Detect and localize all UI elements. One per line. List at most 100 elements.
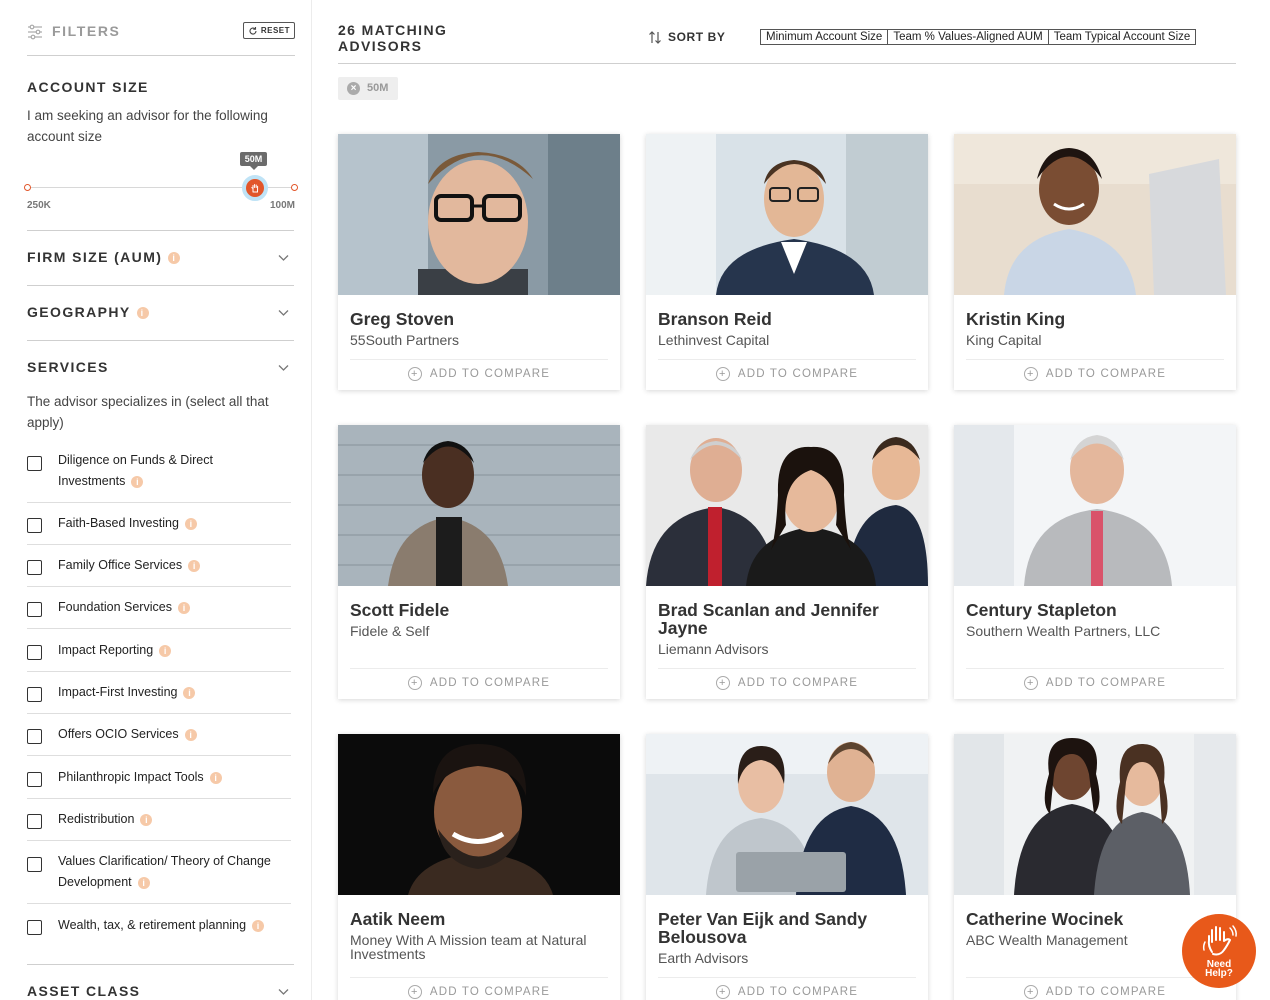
advisor-card[interactable]: Branson Reid Lethinvest Capital + ADD TO …: [646, 134, 928, 390]
advisor-card[interactable]: Scott Fidele Fidele & Self + ADD TO COMPA…: [338, 425, 620, 699]
service-checkbox[interactable]: [27, 560, 42, 575]
service-checkbox[interactable]: [27, 857, 42, 872]
service-checkbox[interactable]: [27, 602, 42, 617]
service-option[interactable]: Offers OCIO Services i: [27, 723, 291, 756]
waving-hand-icon: [1202, 925, 1237, 956]
service-option[interactable]: Foundation Services i: [27, 596, 291, 629]
service-label: Redistribution i: [58, 809, 283, 830]
service-checkbox[interactable]: [27, 687, 42, 702]
info-icon[interactable]: i: [168, 252, 181, 265]
info-icon[interactable]: i: [140, 813, 153, 826]
chevron-down-icon[interactable]: [278, 986, 289, 997]
advisor-name[interactable]: Scott Fidele: [350, 601, 608, 619]
info-icon[interactable]: i: [184, 517, 197, 530]
service-option[interactable]: Impact Reporting i: [27, 639, 291, 672]
reset-button[interactable]: RESET: [242, 22, 295, 39]
card-separator: [966, 668, 1224, 669]
geography-toggle[interactable]: GEOGRAPHY i: [27, 304, 149, 320]
services-title[interactable]: SERVICES: [27, 359, 109, 375]
chevron-down-icon[interactable]: [278, 362, 289, 373]
add-to-compare-button[interactable]: + ADD TO COMPARE: [954, 985, 1236, 999]
sort-by: SORT BY: [649, 30, 726, 44]
add-to-compare-button[interactable]: + ADD TO COMPARE: [646, 676, 928, 690]
sort-options: Minimum Account Size Team % Values-Align…: [760, 29, 1197, 45]
info-icon[interactable]: i: [177, 601, 190, 614]
info-icon[interactable]: i: [159, 644, 172, 657]
advisor-photo: [646, 734, 928, 895]
active-filter-chip[interactable]: × 50M: [338, 77, 399, 100]
sort-option-minimum-account-size[interactable]: Minimum Account Size: [761, 30, 889, 44]
advisor-card[interactable]: Aatik Neem Money With A Mission team at …: [338, 734, 620, 1000]
service-option[interactable]: Values Clarification/ Theory of Change D…: [27, 851, 291, 904]
info-icon[interactable]: i: [183, 686, 196, 699]
info-icon[interactable]: i: [137, 876, 150, 889]
slider-thumb[interactable]: [241, 175, 268, 201]
service-checkbox[interactable]: [27, 920, 42, 935]
add-to-compare-button[interactable]: + ADD TO COMPARE: [954, 367, 1236, 381]
service-label: Faith-Based Investing i: [58, 513, 283, 534]
service-label: Family Office Services i: [58, 555, 283, 576]
advisor-firm: Fidele & Self: [350, 623, 430, 639]
add-to-compare-button[interactable]: + ADD TO COMPARE: [338, 676, 620, 690]
info-icon[interactable]: i: [131, 475, 144, 488]
service-option[interactable]: Philanthropic Impact Tools i: [27, 766, 291, 799]
divider: [27, 340, 294, 341]
advisor-name[interactable]: Aatik Neem: [350, 910, 608, 928]
service-checkbox[interactable]: [27, 645, 42, 660]
service-label: Offers OCIO Services i: [58, 724, 283, 745]
advisor-card[interactable]: Peter Van Eijk and Sandy Belousova Earth…: [646, 734, 928, 1000]
service-option[interactable]: Faith-Based Investing i: [27, 512, 291, 545]
plus-circle-icon: +: [715, 985, 730, 999]
service-option[interactable]: Redistribution i: [27, 808, 291, 841]
service-checkbox[interactable]: [27, 814, 42, 829]
service-checkbox[interactable]: [27, 456, 42, 471]
firm-size-toggle[interactable]: FIRM SIZE (AUM) i: [27, 249, 181, 265]
info-icon[interactable]: i: [188, 559, 201, 572]
advisor-firm: 55South Partners: [350, 332, 459, 348]
service-option[interactable]: Impact-First Investing i: [27, 681, 291, 714]
advisor-card[interactable]: Greg Stoven 55South Partners + ADD TO COM…: [338, 134, 620, 390]
add-to-compare-button[interactable]: + ADD TO COMPARE: [338, 367, 620, 381]
info-icon[interactable]: i: [209, 771, 222, 784]
asset-class-title[interactable]: ASSET CLASS: [27, 983, 140, 999]
advisor-name[interactable]: Catherine Wocinek: [966, 910, 1224, 928]
add-to-compare-button[interactable]: + ADD TO COMPARE: [646, 985, 928, 999]
advisor-photo: [646, 425, 928, 586]
add-to-compare-button[interactable]: + ADD TO COMPARE: [338, 985, 620, 999]
info-icon[interactable]: i: [252, 919, 265, 932]
sort-option-typical-account-size[interactable]: Team Typical Account Size: [1049, 30, 1196, 44]
advisor-card[interactable]: Century Stapleton Southern Wealth Partne…: [954, 425, 1236, 699]
account-size-slider[interactable]: 50M 250K 100M: [24, 150, 298, 215]
advisor-name[interactable]: Kristin King: [966, 310, 1224, 328]
service-option[interactable]: Wealth, tax, & retirement planning i: [27, 914, 291, 947]
info-icon[interactable]: i: [184, 728, 197, 741]
divider: [27, 964, 294, 965]
chevron-down-icon[interactable]: [278, 307, 289, 318]
service-checkbox[interactable]: [27, 729, 42, 744]
add-to-compare-button[interactable]: + ADD TO COMPARE: [646, 367, 928, 381]
chevron-down-icon[interactable]: [278, 252, 289, 263]
sort-option-values-aligned-aum[interactable]: Team % Values-Aligned AUM: [888, 30, 1049, 44]
advisor-firm: King Capital: [966, 332, 1042, 348]
info-icon[interactable]: i: [136, 307, 149, 320]
advisor-card[interactable]: Brad Scanlan and Jennifer Jayne Liemann …: [646, 425, 928, 699]
slider-max-label: 100M: [269, 200, 295, 211]
advisor-card[interactable]: Kristin King King Capital + ADD TO COMPAR…: [954, 134, 1236, 390]
filter-sliders-icon: [28, 24, 42, 40]
advisor-name[interactable]: Branson Reid: [658, 310, 916, 328]
plus-circle-icon: +: [1023, 367, 1038, 381]
service-checkbox[interactable]: [27, 772, 42, 787]
remove-filter-icon[interactable]: ×: [347, 82, 360, 95]
need-help-button[interactable]: Need Help?: [1182, 914, 1256, 988]
card-separator: [350, 668, 608, 669]
service-checkbox[interactable]: [27, 518, 42, 533]
add-to-compare-button[interactable]: + ADD TO COMPARE: [954, 676, 1236, 690]
advisor-name[interactable]: Century Stapleton: [966, 601, 1224, 619]
advisor-firm: Liemann Advisors: [658, 641, 769, 657]
service-option[interactable]: Diligence on Funds & Direct Investments i: [27, 450, 291, 503]
service-option[interactable]: Family Office Services i: [27, 554, 291, 587]
sort-by-label: SORT BY: [668, 30, 726, 44]
advisor-name[interactable]: Brad Scanlan and Jennifer Jayne: [658, 601, 916, 637]
advisor-name[interactable]: Peter Van Eijk and Sandy Belousova: [658, 910, 916, 946]
advisor-name[interactable]: Greg Stoven: [350, 310, 608, 328]
